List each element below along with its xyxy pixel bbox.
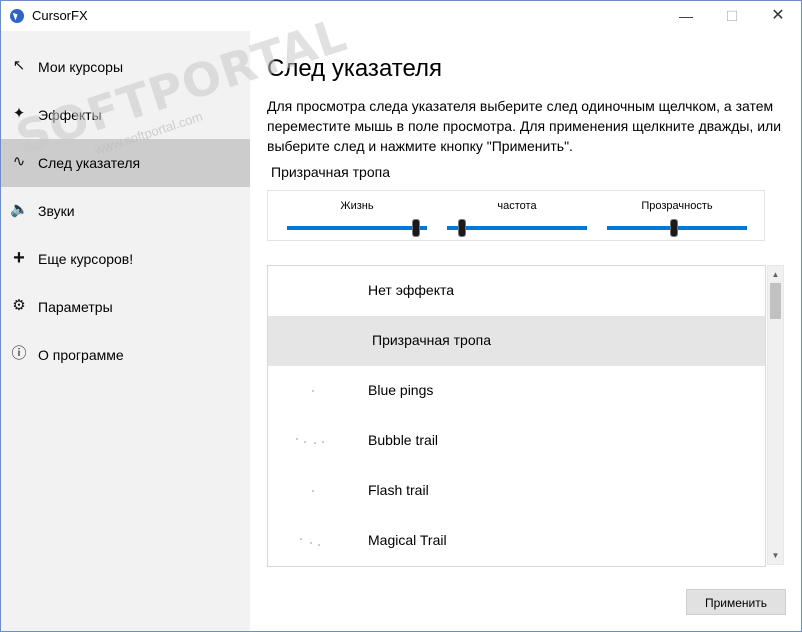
sidebar-item-settings[interactable]: ⚙ Параметры [1,283,250,331]
slider-label: Прозрачность [641,200,713,212]
plus-icon: + [13,247,25,269]
selected-trail-name: Призрачная тропа [271,164,390,180]
list-item-label: Blue pings [368,382,434,398]
trail-preview-icon [296,488,326,496]
list-item-label: Flash trail [368,482,429,498]
info-icon: ⓘ [11,345,27,362]
slider-label: частота [497,200,537,212]
app-logo-icon [10,9,24,23]
page-title: След указателя [267,55,443,82]
magic-wand-icon: ✦ [12,105,26,122]
sidebar-item-label: Эффекты [38,107,102,123]
sidebar-item-label: О программе [38,347,124,363]
trail-preview-icon [296,438,326,446]
slider-thumb[interactable] [458,219,466,237]
app-window: CursorFX — ☐ ✕ ↖ Мои курсоры ✦ Эффекты ∿… [0,0,802,632]
scroll-up-icon[interactable]: ▲ [768,267,783,282]
maximize-button[interactable]: ☐ [709,1,755,31]
slider-label: Жизнь [340,200,374,212]
list-item-label: Magical Trail [368,532,447,548]
slider-thumb[interactable] [670,219,678,237]
list-item[interactable]: Призрачная тропа [268,316,765,366]
scroll-down-icon[interactable]: ▼ [768,548,783,563]
speaker-icon: 🔈 [10,201,29,218]
trail-settings-panel: Жизнь частота Прозрачность [267,190,765,241]
sidebar-item-sounds[interactable]: 🔈 Звуки [1,187,250,235]
list-item[interactable]: Blue pings [268,366,765,416]
trail-list-scrollbar[interactable]: ▲ ▼ [767,265,784,565]
minimize-button[interactable]: — [663,1,709,31]
slider-track[interactable] [287,226,427,230]
list-item-label: Bubble trail [368,432,439,448]
trail-list[interactable]: Нет эффекта Призрачная тропа Blue pings … [267,265,766,567]
trail-icon: ∿ [12,153,26,170]
scrollbar-thumb[interactable] [770,283,781,319]
sidebar-item-label: Еще курсоров! [38,251,134,267]
sidebar-item-more-cursors[interactable]: + Еще курсоров! [1,235,250,283]
sidebar-item-effects[interactable]: ✦ Эффекты [1,91,250,139]
app-title: CursorFX [32,8,88,23]
list-item-label: Нет эффекта [368,282,455,298]
close-button[interactable]: ✕ [755,1,801,31]
title-bar[interactable]: CursorFX — ☐ ✕ [1,1,801,31]
list-item-label: Призрачная тропа [372,332,491,348]
cursor-arrow-icon: ↖ [12,57,26,74]
sidebar-item-label: Мои курсоры [38,59,124,75]
main-content: След указателя Для просмотра следа указа… [250,31,801,631]
sidebar-item-label: Звуки [38,203,75,219]
trail-preview-icon [296,538,326,546]
list-item[interactable]: Flash trail [268,466,765,516]
list-item[interactable]: Magical Trail [268,516,765,566]
page-description: Для просмотра следа указателя выберите с… [267,98,782,154]
sidebar-item-label: След указателя [38,155,141,171]
list-item[interactable]: Нет эффекта [268,266,765,316]
apply-button[interactable]: Применить [686,589,786,615]
sidebar-item-pointer-trail[interactable]: ∿ След указателя [1,139,250,187]
sidebar: ↖ Мои курсоры ✦ Эффекты ∿ След указателя… [1,31,250,631]
sidebar-item-my-cursors[interactable]: ↖ Мои курсоры [1,43,250,91]
sidebar-item-about[interactable]: ⓘ О программе [1,331,250,379]
list-item[interactable]: Bubble trail [268,416,765,466]
trail-preview-icon [296,388,326,396]
slider-thumb[interactable] [412,219,420,237]
sidebar-item-label: Параметры [38,299,113,315]
gear-icon: ⚙ [12,297,26,314]
slider-track[interactable] [447,226,587,230]
